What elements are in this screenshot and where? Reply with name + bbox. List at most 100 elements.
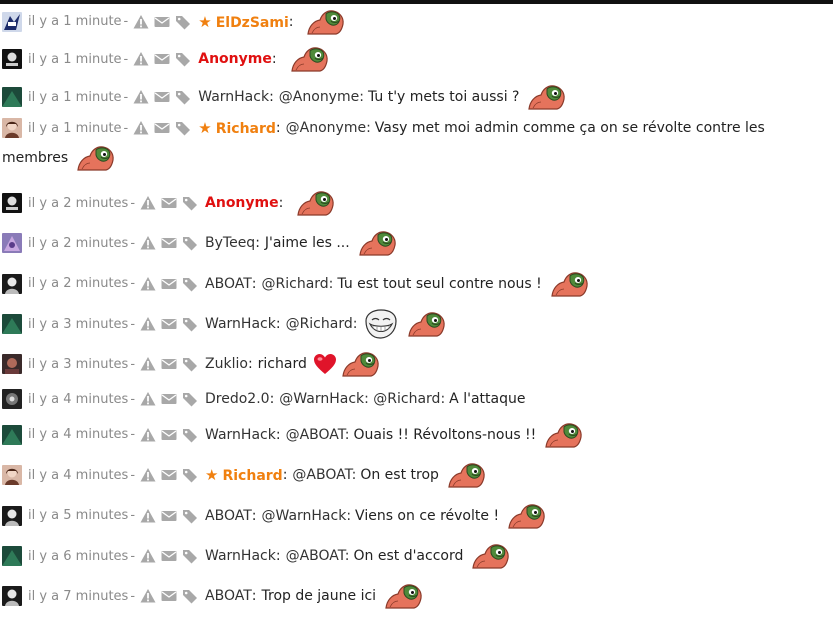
message-envelope-icon[interactable]	[160, 507, 178, 525]
avatar[interactable]	[2, 586, 22, 606]
report-warning-icon[interactable]	[139, 315, 157, 333]
message-envelope-icon[interactable]	[153, 119, 171, 137]
username[interactable]: WarnHack	[198, 89, 269, 105]
tag-icon[interactable]	[174, 119, 192, 137]
username[interactable]: Anonyme	[198, 51, 272, 67]
tag-icon[interactable]	[181, 426, 199, 444]
chat-message: il y a 6 minutes - WarnHack: @ABOAT: On e…	[0, 536, 833, 576]
report-warning-icon[interactable]	[132, 119, 150, 137]
message-envelope-icon[interactable]	[160, 466, 178, 484]
message-envelope-icon[interactable]	[160, 194, 178, 212]
message-time: il y a 4 minutes	[28, 427, 129, 442]
message-envelope-icon[interactable]	[160, 426, 178, 444]
message-envelope-icon[interactable]	[160, 234, 178, 252]
mention[interactable]: @Richard:	[262, 276, 334, 292]
message-envelope-icon[interactable]	[160, 355, 178, 373]
tag-icon[interactable]	[181, 315, 199, 333]
tag-icon[interactable]	[181, 587, 199, 605]
message-envelope-icon[interactable]	[160, 547, 178, 565]
report-warning-icon[interactable]	[139, 194, 157, 212]
report-warning-icon[interactable]	[139, 466, 157, 484]
username[interactable]: ABOAT	[205, 588, 252, 604]
avatar[interactable]	[2, 505, 22, 526]
username[interactable]: ABOAT	[205, 276, 252, 292]
mention[interactable]: @Anonyme:	[286, 120, 371, 136]
heart-emoji	[313, 353, 337, 375]
report-warning-icon[interactable]	[132, 13, 150, 31]
tag-icon[interactable]	[181, 547, 199, 565]
tag-icon[interactable]	[181, 507, 199, 525]
username[interactable]: ★ ElDzSami	[198, 13, 289, 31]
tag-icon[interactable]	[181, 275, 199, 293]
report-warning-icon[interactable]	[139, 390, 157, 408]
message-text: On est trop	[360, 467, 439, 483]
pepe-frog-emote	[550, 270, 590, 298]
username[interactable]: ★ Richard	[198, 119, 276, 137]
username[interactable]: WarnHack	[205, 427, 276, 443]
username[interactable]: Anonyme	[205, 195, 279, 211]
pepe-frog-emote	[384, 582, 424, 610]
report-warning-icon[interactable]	[139, 507, 157, 525]
pepe-frog-emote	[358, 229, 398, 257]
avatar[interactable]	[2, 354, 22, 374]
report-warning-icon[interactable]	[139, 587, 157, 605]
username[interactable]: WarnHack	[205, 316, 276, 332]
avatar[interactable]	[2, 87, 22, 107]
avatar[interactable]	[2, 233, 22, 253]
message-envelope-icon[interactable]	[160, 315, 178, 333]
tag-icon[interactable]	[174, 13, 192, 31]
mention[interactable]: @ABOAT:	[286, 548, 350, 564]
report-warning-icon[interactable]	[132, 88, 150, 106]
avatar[interactable]	[2, 193, 22, 213]
avatar[interactable]	[2, 273, 22, 294]
tag-icon[interactable]	[181, 466, 199, 484]
chat-message: il y a 4 minutes - WarnHack: @ABOAT: Ouai…	[0, 414, 833, 455]
avatar[interactable]	[2, 118, 22, 138]
avatar[interactable]	[2, 424, 22, 445]
avatar[interactable]	[2, 389, 22, 409]
message-envelope-icon[interactable]	[160, 587, 178, 605]
tag-icon[interactable]	[181, 234, 199, 252]
report-warning-icon[interactable]	[139, 355, 157, 373]
tag-icon[interactable]	[181, 390, 199, 408]
mention[interactable]: @ABOAT:	[292, 467, 356, 483]
message-envelope-icon[interactable]	[153, 13, 171, 31]
tag-icon[interactable]	[181, 194, 199, 212]
report-warning-icon[interactable]	[139, 275, 157, 293]
report-warning-icon[interactable]	[139, 234, 157, 252]
mention[interactable]: @WarnHack:	[262, 508, 352, 524]
report-warning-icon[interactable]	[132, 50, 150, 68]
star-icon: ★	[198, 119, 212, 137]
avatar[interactable]	[2, 314, 22, 334]
message-time: il y a 1 minute	[28, 51, 122, 67]
message-envelope-icon[interactable]	[160, 390, 178, 408]
mention[interactable]: @ABOAT:	[286, 427, 350, 443]
avatar[interactable]	[2, 11, 22, 32]
mention[interactable]: @Richard:	[286, 316, 358, 332]
message-time: il y a 2 minutes	[28, 276, 129, 291]
avatar[interactable]	[2, 465, 22, 485]
mention[interactable]: @Anonyme:	[279, 89, 364, 105]
username[interactable]: Dredo2.0	[205, 391, 270, 407]
message-time: il y a 1 minute	[28, 120, 122, 136]
message-text: Viens on ce révolte !	[355, 507, 500, 524]
message-envelope-icon[interactable]	[153, 88, 171, 106]
avatar[interactable]	[2, 49, 22, 69]
chat-message: il y a 5 minutes - ABOAT: @WarnHack: Vien…	[0, 495, 833, 536]
message-envelope-icon[interactable]	[160, 275, 178, 293]
username[interactable]: ByTeeq	[205, 235, 255, 251]
message-envelope-icon[interactable]	[153, 50, 171, 68]
tag-icon[interactable]	[174, 88, 192, 106]
chat-feed[interactable]: il y a 1 minute - ★ ElDzSami: il y a 1 min…	[0, 4, 833, 616]
tag-icon[interactable]	[181, 355, 199, 373]
report-warning-icon[interactable]	[139, 547, 157, 565]
avatar[interactable]	[2, 546, 22, 566]
report-warning-icon[interactable]	[139, 426, 157, 444]
mention[interactable]: @WarnHack: @Richard:	[279, 391, 445, 407]
username[interactable]: ABOAT	[205, 508, 252, 524]
tag-icon[interactable]	[174, 50, 192, 68]
username[interactable]: ★ Richard	[205, 466, 283, 484]
username[interactable]: WarnHack	[205, 548, 276, 564]
username[interactable]: Zuklio	[205, 356, 248, 372]
chat-message: il y a 1 minute - Anonyme:	[0, 39, 833, 79]
